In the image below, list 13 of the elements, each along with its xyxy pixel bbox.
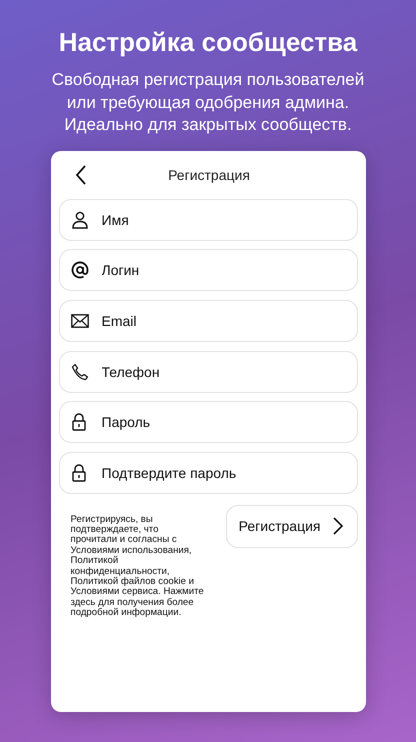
input-field[interactable]: Логин xyxy=(58,249,358,292)
back-icon[interactable] xyxy=(74,164,86,184)
register-button[interactable]: Регистрация xyxy=(226,504,358,548)
page-title: Настройка сообщества xyxy=(58,27,358,57)
input-field[interactable]: Пароль xyxy=(58,401,358,444)
screen-title: Регистрация xyxy=(168,166,250,182)
chevron-right-icon xyxy=(332,517,342,536)
input-field[interactable]: Email xyxy=(58,300,358,342)
terms-text: Регистрируясь, вы подтверждаете, что прочитали и согласны с Условиями использования, Политикой конфиденциальности, Политикой файлов cookie и Условиями сервиса. Нажмите здесь для получения более подробной информации. xyxy=(70,514,205,619)
input-field[interactable]: Имя xyxy=(58,198,358,240)
input-field[interactable]: Подтвердите пароль xyxy=(58,452,358,494)
page-subtitle: Свободная регистрация пользователей или требующая одобрения админа. Идеально для закрытых сообществ. xyxy=(50,69,366,136)
input-field[interactable]: Телефон xyxy=(58,350,358,393)
